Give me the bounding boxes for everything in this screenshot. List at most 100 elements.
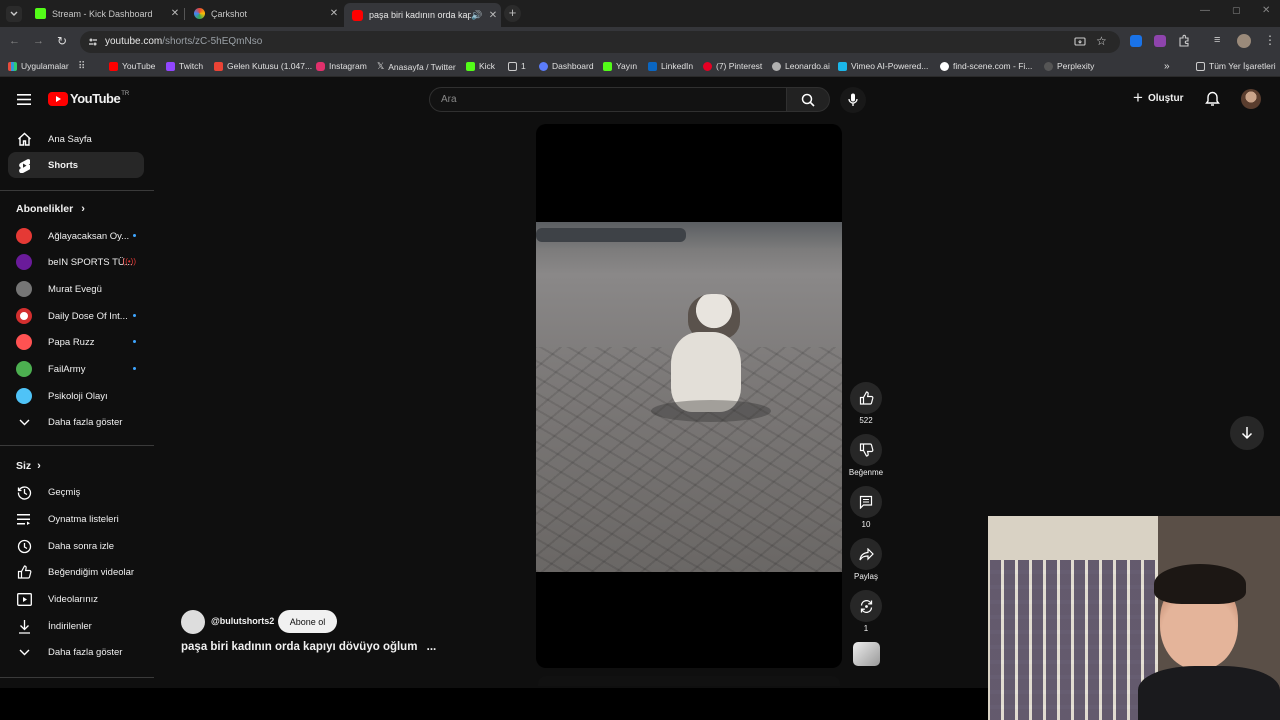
search-button[interactable]: [786, 87, 830, 112]
sound-thumbnail[interactable]: [853, 642, 880, 666]
bookmark-vimeo[interactable]: Vimeo AI-Powered...: [838, 61, 928, 71]
address-bar[interactable]: youtube.com/shorts/zC-5hEQmNso ☆: [80, 31, 1120, 53]
bookmark-label: Uygulamalar: [21, 61, 69, 71]
minimize-button[interactable]: —: [1200, 5, 1210, 16]
tab-search-button[interactable]: [6, 6, 22, 22]
dashboard-icon: [539, 61, 548, 71]
bookmark-twitch[interactable]: Twitch: [166, 61, 203, 71]
subscribe-button[interactable]: Abone ol: [278, 610, 337, 633]
sidebar-item-shorts[interactable]: Shorts: [8, 152, 144, 178]
channel-name[interactable]: @bulutshorts2: [211, 616, 274, 626]
bookmark-grid[interactable]: ⠿: [78, 61, 85, 72]
close-icon[interactable]: ✕: [167, 8, 183, 19]
bookmark-label: Leonardo.ai: [785, 61, 830, 71]
sidebar-item-history[interactable]: Geçmiş: [8, 479, 144, 505]
sidebar-item-label: Oynatma listeleri: [48, 513, 119, 525]
subscription-papa-ruzz[interactable]: Papa Ruzz: [8, 329, 144, 355]
subscription-failarmy[interactable]: FailArmy: [8, 356, 144, 382]
close-icon[interactable]: ✕: [485, 10, 501, 21]
bookmark-linkedin[interactable]: LinkedIn: [648, 61, 693, 71]
bookmark-leonardo[interactable]: Leonardo.ai: [772, 61, 830, 71]
subscription-label: Psikoloji Olayı: [48, 390, 108, 402]
bookmark-gmail[interactable]: Gelen Kutusu (1.047...: [214, 61, 312, 71]
youtube-logo[interactable]: YouTube TR: [48, 91, 129, 106]
sidebar-item-your-videos[interactable]: Videolarınız: [8, 586, 144, 612]
bookmark-kick[interactable]: Kick: [466, 61, 495, 71]
bookmark-dashboard[interactable]: Dashboard: [539, 61, 594, 71]
subscription-psikoloji-olayi[interactable]: Psikoloji Olayı: [8, 383, 144, 409]
tab-youtube-short[interactable]: paşa biri kadının orda kapıyı 🔊 ✕: [344, 3, 501, 27]
window-close-button[interactable]: ✕: [1262, 5, 1270, 16]
remix-button[interactable]: [850, 590, 882, 622]
media-controls-icon[interactable]: ≡: [1214, 34, 1220, 46]
bookmark-twitter[interactable]: 𝕏 Anasayfa / Twitter: [377, 61, 456, 72]
sidebar-item-label: Geçmiş: [48, 486, 81, 498]
dislike-button[interactable]: [850, 434, 882, 466]
bookmark-youtube[interactable]: YouTube: [109, 61, 155, 71]
short-title[interactable]: paşa biri kadının orda kapıyı dövüyo oğl…: [181, 641, 436, 653]
dog-shadow: [651, 400, 771, 422]
install-app-icon[interactable]: [1074, 36, 1086, 48]
subscribe-label: Abone ol: [289, 616, 326, 627]
sidebar-item-playlists[interactable]: Oynatma listeleri: [8, 506, 144, 532]
sidebar-item-home[interactable]: Ana Sayfa: [8, 126, 144, 152]
comments-button[interactable]: [850, 486, 882, 518]
profile-avatar[interactable]: [1237, 34, 1251, 48]
vimeo-icon: [838, 61, 847, 71]
like-button[interactable]: [850, 382, 882, 414]
account-avatar[interactable]: [1241, 89, 1261, 109]
maximize-button[interactable]: ▢: [1232, 5, 1241, 16]
search-input[interactable]: Ara: [429, 87, 787, 112]
webcam-posters: [990, 560, 1158, 720]
sidebar-item-downloads[interactable]: İndirilenler: [8, 613, 144, 639]
close-icon[interactable]: ✕: [326, 8, 342, 19]
subscription-label: Murat Evegü: [48, 283, 102, 295]
bookmark-apps[interactable]: Uygulamalar: [8, 61, 69, 71]
forward-button[interactable]: →: [33, 35, 44, 47]
share-label: Paylaş: [853, 572, 878, 581]
bookmark-pinterest[interactable]: (7) Pinterest: [703, 61, 762, 71]
shorts-icon: [15, 156, 33, 174]
all-bookmarks-folder[interactable]: Tüm Yer İşaretleri: [1196, 61, 1276, 71]
show-more-subscriptions[interactable]: Daha fazla göster: [8, 409, 144, 435]
speaker-icon[interactable]: 🔊: [471, 10, 485, 21]
voice-search-button[interactable]: [840, 87, 866, 113]
guide-menu-icon[interactable]: [17, 94, 31, 105]
share-button[interactable]: [850, 538, 882, 570]
tab-kick-dashboard[interactable]: Stream - Kick Dashboard ✕: [27, 3, 183, 24]
bookmark-perplexity[interactable]: Perplexity: [1044, 61, 1094, 71]
subscription-aglayacaksan[interactable]: Ağlayacaksan Oy...: [8, 223, 144, 249]
channel-avatar[interactable]: [181, 610, 205, 634]
more-bookmarks-button[interactable]: »: [1164, 61, 1170, 72]
subscription-bein-sports[interactable]: beIN SPORTS TÜ... ((•)): [8, 249, 144, 275]
sidebar-item-label: Daha sonra izle: [48, 540, 115, 552]
site-info-icon[interactable]: [88, 37, 98, 47]
subscription-daily-dose[interactable]: Daily Dose Of Int...: [8, 303, 144, 329]
chrome-menu-icon[interactable]: ⋮: [1264, 33, 1276, 47]
sidebar-item-watch-later[interactable]: Daha sonra izle: [8, 533, 144, 559]
back-button[interactable]: ←: [9, 35, 20, 47]
bookmark-find-scene[interactable]: find-scene.com - Fi...: [940, 61, 1032, 71]
gmail-icon: [214, 61, 223, 71]
bookmark-yayin[interactable]: Yayın: [603, 61, 637, 71]
create-button[interactable]: + Oluştur: [1133, 89, 1184, 106]
bookmark-instagram[interactable]: Instagram: [316, 61, 367, 71]
extensions-puzzle-icon[interactable]: [1178, 34, 1191, 47]
subscriptions-heading[interactable]: Abonelikler ›: [16, 203, 85, 215]
download-icon: [15, 617, 33, 635]
you-heading[interactable]: Siz ›: [16, 460, 41, 472]
subscription-murat-evegu[interactable]: Murat Evegü: [8, 276, 144, 302]
reload-button[interactable]: ↻: [57, 34, 67, 48]
chevron-right-icon: ›: [81, 203, 85, 215]
extension-icon[interactable]: [1154, 35, 1166, 47]
notifications-button[interactable]: [1205, 91, 1220, 107]
show-more-you[interactable]: Daha fazla göster: [8, 639, 144, 665]
bookmark-folder-1[interactable]: 1: [508, 61, 526, 71]
sidebar-item-liked-videos[interactable]: Beğendiğim videolar: [8, 559, 144, 585]
new-tab-button[interactable]: +: [504, 5, 521, 22]
next-short-button[interactable]: [1230, 416, 1264, 450]
extension-icon[interactable]: [1130, 35, 1142, 47]
tab-carkshot[interactable]: Çarkshot ✕: [186, 3, 342, 24]
shorts-player[interactable]: [536, 124, 842, 668]
bookmark-star-icon[interactable]: ☆: [1096, 34, 1107, 48]
